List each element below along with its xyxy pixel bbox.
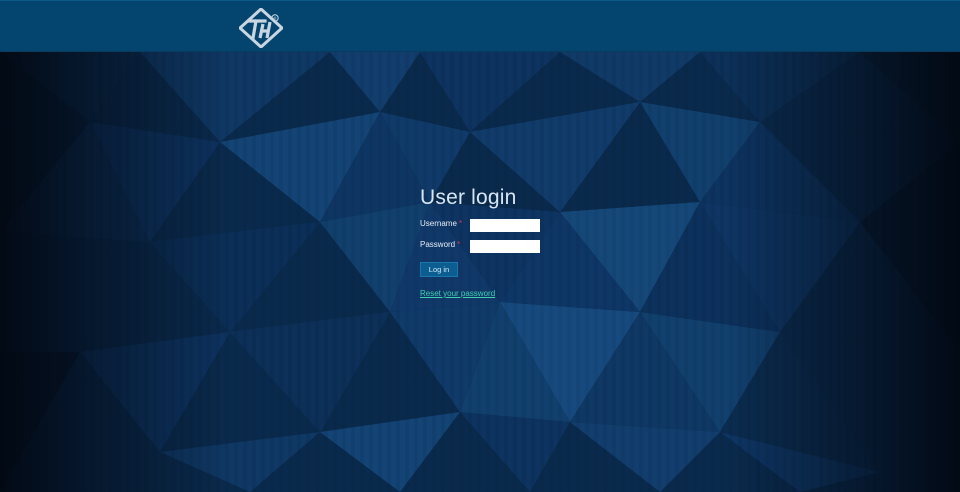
login-button[interactable]: Log in — [420, 262, 458, 277]
page-title: User login — [420, 186, 517, 209]
svg-text:®: ® — [273, 16, 277, 21]
required-marker: * — [458, 219, 463, 228]
required-marker: * — [457, 240, 461, 249]
username-label-text: Username — [420, 219, 457, 228]
password-label-text: Password — [420, 240, 456, 249]
password-label: Password * — [420, 240, 460, 249]
th-diamond-logo-icon: ® — [237, 6, 285, 50]
username-input[interactable] — [470, 219, 540, 232]
polygon-background — [0, 52, 960, 492]
site-logo[interactable]: ® — [237, 6, 285, 50]
reset-password-link[interactable]: Reset your password — [420, 289, 495, 298]
password-input[interactable] — [470, 240, 540, 253]
username-label: Username * — [420, 219, 462, 228]
site-header: ® — [0, 0, 960, 52]
